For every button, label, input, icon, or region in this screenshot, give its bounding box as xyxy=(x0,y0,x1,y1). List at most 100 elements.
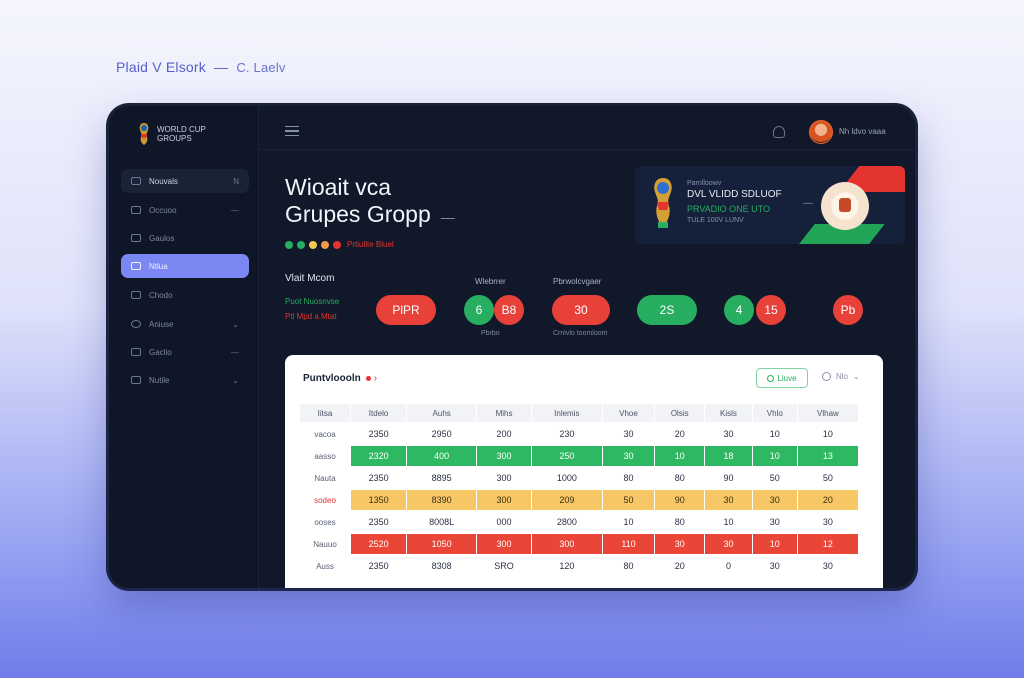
app-window: WORLD CUP GROUPS Nouvals N Occuoo — Gaul… xyxy=(109,106,915,588)
table-cell: 10 xyxy=(769,429,780,439)
table-cell: 30 xyxy=(655,534,705,554)
table-cell: 30 xyxy=(723,429,734,439)
status-dot xyxy=(309,240,317,249)
brand-name: WORLD CUP GROUPS xyxy=(157,125,206,143)
table-row[interactable]: vacoa 2350 2950 200 230 30 20 30 10 10 xyxy=(300,424,858,444)
table-cell: 1000 xyxy=(556,473,577,483)
status-dot xyxy=(297,240,305,249)
results-note-green: Puot Nuosnvse xyxy=(285,297,340,306)
status-label: Prtiullte Bluel xyxy=(347,240,394,249)
page-title: Wioait vca Grupes Gropp — xyxy=(285,174,455,231)
table-cell: 10 xyxy=(655,446,705,466)
avatar[interactable] xyxy=(809,120,833,144)
bell-icon[interactable] xyxy=(773,126,785,138)
card-action-button[interactable]: Liuve xyxy=(756,368,808,388)
table-cell: 8895 xyxy=(431,473,452,483)
table-cell: 1350 xyxy=(351,490,407,510)
chevron-down-icon: ⌄ xyxy=(853,372,860,381)
table-cell: 30 xyxy=(822,517,833,527)
sidebar-item-8[interactable]: Nutile ⌄ xyxy=(121,368,249,392)
sidebar-item-2[interactable]: Occuoo — xyxy=(121,198,249,222)
sidebar-item-3[interactable]: Gaulos xyxy=(121,226,249,250)
sidebar-item-label: Occuoo xyxy=(149,205,177,215)
hero-banner[interactable]: Parnlloowv DVL VLIDD SDLUOF PRVADIO ONE … xyxy=(635,166,905,244)
table-row[interactable]: sodeo 1350 8390 300 209 50 90 30 30 20 xyxy=(300,490,858,510)
search-icon xyxy=(767,374,775,382)
score-circle[interactable]: 15 xyxy=(756,295,786,325)
table-cell: 20 xyxy=(674,429,685,439)
results-note-red: Ptl Mpd a Mtat xyxy=(285,312,337,321)
column-header[interactable]: Inlemis xyxy=(531,404,602,422)
score-pill[interactable]: 2S xyxy=(637,295,697,325)
table-row[interactable]: aasso 2320 400 300 250 30 10 18 10 13 xyxy=(300,446,858,466)
title-dash: — xyxy=(440,209,455,225)
table-cell: 1050 xyxy=(407,534,477,554)
table-row[interactable]: Auss 2350 8308 SRO 120 80 20 0 30 30 xyxy=(300,556,858,576)
column-header[interactable]: Auhs xyxy=(407,404,477,422)
filter-label: Nlo xyxy=(836,372,849,381)
row-label: Auss xyxy=(300,556,350,576)
card-filter-select[interactable]: Nlo ⌄ xyxy=(822,372,860,381)
sidebar-item-5[interactable]: Chodo xyxy=(121,283,249,307)
table-cell: 2350 xyxy=(368,429,389,439)
column-header[interactable]: Iitsa xyxy=(300,404,350,422)
sidebar-item-7[interactable]: Gaclio — xyxy=(121,340,249,364)
table-cell: 2950 xyxy=(431,429,452,439)
score-pill[interactable]: PlPR xyxy=(376,295,436,325)
status-dot xyxy=(321,240,329,249)
table-cell: 200 xyxy=(496,429,512,439)
sidebar-item-label: Gaulos xyxy=(149,233,175,243)
table-cell: 2350 xyxy=(368,517,389,527)
table-row[interactable]: Nauuo 2520 1050 300 300 110 30 30 10 12 xyxy=(300,534,858,554)
table-row[interactable]: ooses 2350 8008L 000 2800 10 80 10 30 30 xyxy=(300,512,858,532)
column-header[interactable]: Olsis xyxy=(655,404,705,422)
column-footer-2: Crnlvlo toomloom xyxy=(553,330,608,337)
table-cell: 8008L xyxy=(429,517,455,527)
red-dot-icon xyxy=(365,375,371,381)
table-cell: SRO xyxy=(494,561,514,571)
score-circle[interactable]: B8 xyxy=(494,295,524,325)
card-title-text: Puntvloooln xyxy=(303,373,361,384)
score-circle[interactable]: 6 xyxy=(464,295,494,325)
hamburger-menu-icon[interactable] xyxy=(285,126,299,136)
column-header[interactable]: Mihs xyxy=(477,404,531,422)
sidebar-item-1[interactable]: Nouvals N xyxy=(121,169,249,193)
table-cell: 120 xyxy=(559,561,575,571)
table-cell: 30 xyxy=(623,429,634,439)
table-cell: 30 xyxy=(769,517,780,527)
user-name[interactable]: Nh ldvo vaaa xyxy=(839,127,886,136)
hero-dash: — xyxy=(803,198,813,209)
column-header[interactable]: Itdelo xyxy=(351,404,407,422)
table-cell: 2350 xyxy=(368,561,389,571)
column-header[interactable]: Vhoe xyxy=(602,404,655,422)
table-cell: 20 xyxy=(674,561,685,571)
caption-separator: — xyxy=(214,59,229,75)
bars-icon xyxy=(131,206,141,214)
score-circle[interactable]: 4 xyxy=(724,295,754,325)
clock-icon xyxy=(131,320,141,328)
hero-line-2: DVL VLIDD SDLUOF xyxy=(687,189,782,200)
table-cell: 80 xyxy=(674,473,685,483)
table-row[interactable]: Nauta 2350 8895 300 1000 80 80 90 50 50 xyxy=(300,468,858,488)
sidebar-item-label: Aniuse xyxy=(149,319,174,329)
sidebar-item-4[interactable]: Ntlua xyxy=(121,254,249,278)
column-header[interactable]: Kisls xyxy=(705,404,752,422)
chevron-right-icon[interactable]: › xyxy=(374,373,377,384)
score-circle[interactable]: Pb xyxy=(833,295,863,325)
column-header[interactable]: Vlhaw xyxy=(797,404,858,422)
table-cell: 30 xyxy=(705,490,752,510)
column-header[interactable]: Vhlo xyxy=(752,404,797,422)
brand[interactable]: WORLD CUP GROUPS xyxy=(137,122,217,146)
table-cell: 2520 xyxy=(351,534,407,554)
row-label: ooses xyxy=(300,512,350,532)
table-cell: 10 xyxy=(752,446,797,466)
sidebar-item-6[interactable]: Aniuse ⌄ xyxy=(121,312,249,336)
score-pill[interactable]: 30 xyxy=(552,295,610,325)
column-heading-1: Wlebrrer xyxy=(475,277,506,286)
sidebar-item-label: Gaclio xyxy=(149,347,172,357)
table-cell: 30 xyxy=(602,446,655,466)
column-heading-2: Pbrwolcvgaer xyxy=(553,277,602,286)
table-cell: 80 xyxy=(674,517,685,527)
table-cell: 2320 xyxy=(351,446,407,466)
sidebar-item-label: Nouvals xyxy=(149,176,178,186)
